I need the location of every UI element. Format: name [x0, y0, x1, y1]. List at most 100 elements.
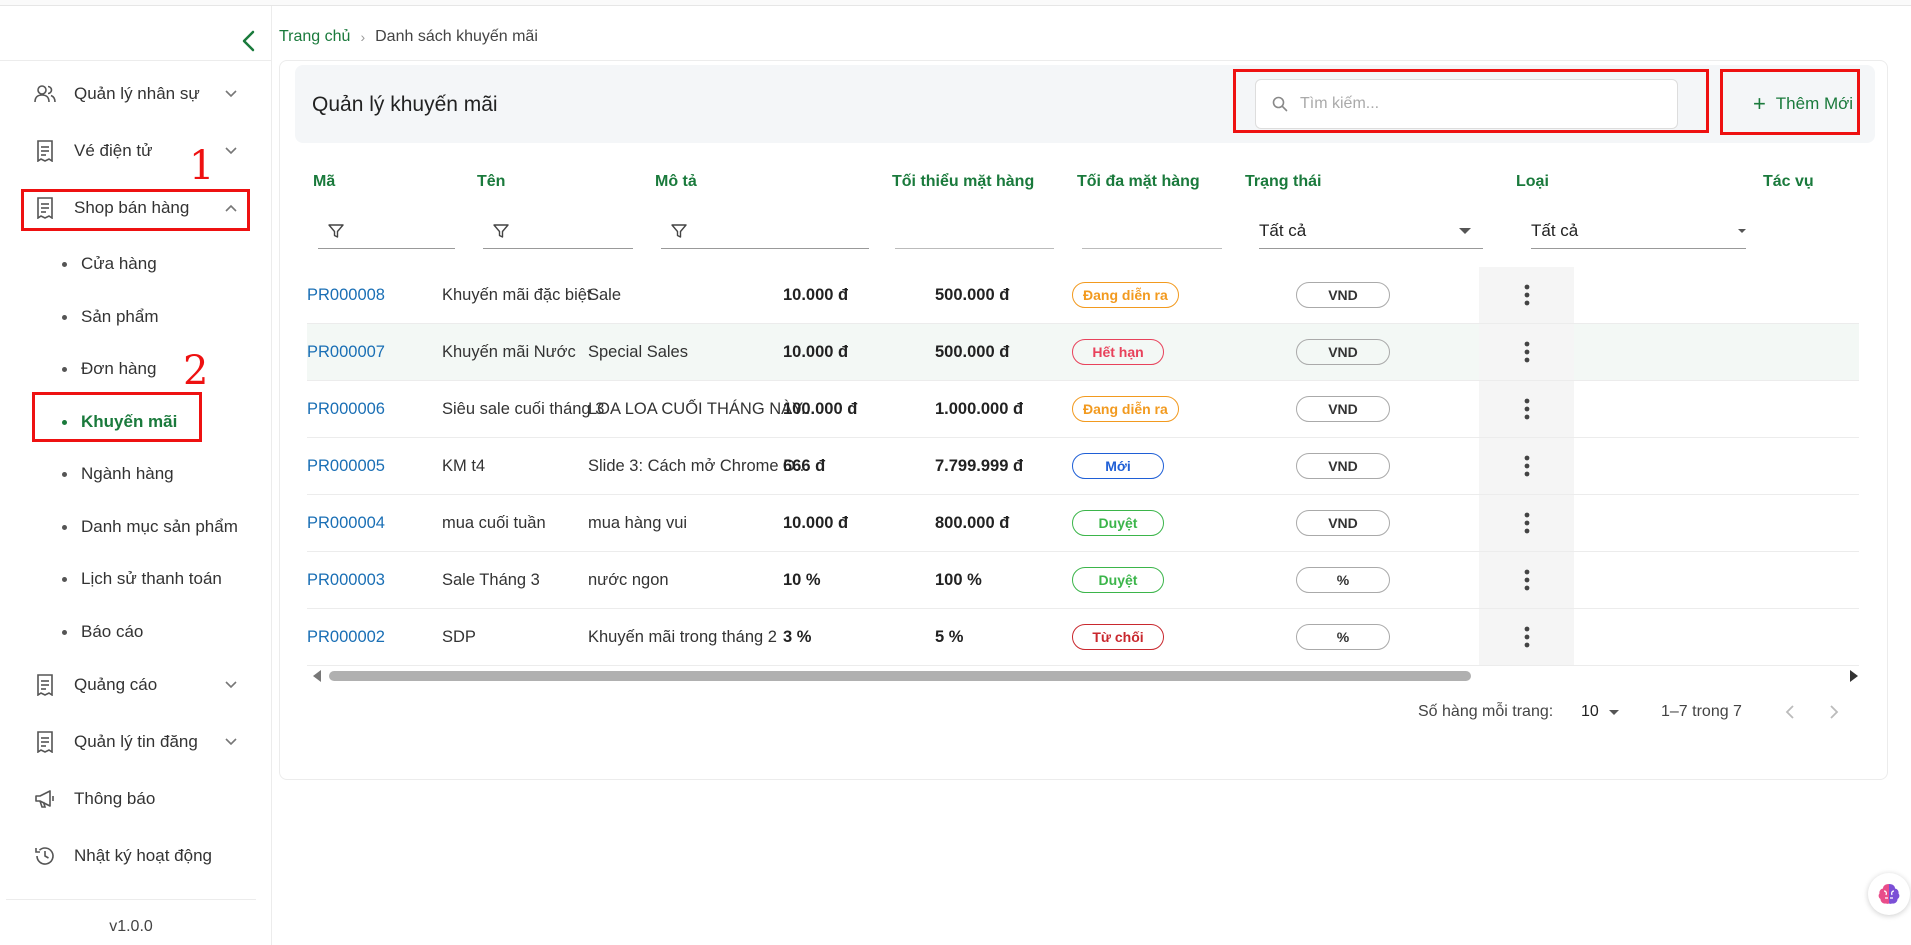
sub-item-product-category[interactable]: Danh mục sản phẩm	[34, 507, 264, 547]
sub-item-report[interactable]: Báo cáo	[34, 612, 264, 652]
scroll-left-arrow-icon[interactable]	[313, 670, 321, 682]
nav-item-shop[interactable]: Shop bán hàng	[22, 186, 248, 230]
cell-max-items: 1.000.000 đ	[935, 399, 1024, 418]
type-badge: VND	[1296, 339, 1390, 365]
column-header-type[interactable]: Loại	[1516, 173, 1549, 191]
row-actions-button[interactable]	[1479, 609, 1574, 665]
filter-max-items[interactable]	[1082, 213, 1222, 249]
type-badge: VND	[1296, 396, 1390, 422]
sub-item-product[interactable]: Sản phẩm	[34, 297, 264, 337]
nav-item-ads[interactable]: Quảng cáo	[22, 663, 248, 707]
cell-type: VND	[1296, 381, 1456, 437]
column-header-min-items[interactable]: Tối thiểu mặt hàng	[892, 173, 1034, 191]
receipt-icon	[32, 672, 58, 698]
status-filter-value: Tất cả	[1259, 220, 1307, 240]
cell-max-items: 100 %	[935, 570, 982, 589]
column-header-description[interactable]: Mô tả	[655, 173, 697, 191]
search-box[interactable]	[1255, 79, 1678, 129]
nav-item-activity-log[interactable]: Nhật ký hoạt động	[22, 834, 248, 878]
filter-description[interactable]	[661, 213, 869, 249]
breadcrumb-home-link[interactable]: Trang chủ	[279, 28, 350, 46]
filter-min-items[interactable]	[895, 213, 1054, 249]
row-actions-button[interactable]	[1479, 438, 1574, 494]
status-badge: Từ chối	[1072, 624, 1164, 650]
sub-item-label: Danh mục sản phẩm	[81, 517, 238, 536]
nav-item-notifications[interactable]: Thông báo	[22, 777, 248, 821]
pagination-range: 1–7 trong 7	[1661, 703, 1742, 720]
cell-code[interactable]: PR000008	[307, 267, 457, 323]
column-header-status[interactable]: Trạng thái	[1245, 173, 1321, 191]
table-row[interactable]: PR000008 Khuyến mãi đặc biệt Sale 10.000 đ5…	[307, 267, 1859, 324]
row-actions-button[interactable]	[1479, 552, 1574, 608]
chevron-left-icon	[242, 30, 255, 52]
cell-min-items: 3 %	[783, 627, 812, 646]
chevron-down-icon	[222, 733, 240, 751]
caret-down-icon	[1608, 709, 1619, 715]
nav-item-hr[interactable]: Quản lý nhân sự	[22, 72, 248, 116]
cell-type: %	[1296, 552, 1456, 608]
annotation-number-2: 2	[183, 348, 209, 394]
column-header-code[interactable]: Mã	[313, 173, 335, 191]
cell-description: Khuyến mãi trong tháng 2	[588, 627, 777, 646]
chevron-down-icon	[222, 676, 240, 694]
table-row[interactable]: PR000003 Sale Tháng 3 nước ngon 10 % 100 % Du…	[307, 552, 1859, 609]
column-header-name[interactable]: Tên	[477, 173, 505, 191]
sub-item-payment-history[interactable]: Lịch sử thanh toán	[34, 559, 264, 599]
table-row[interactable]: PR000007 Khuyến mãi Nước Special Sales 10.0…	[307, 324, 1859, 381]
annotation-number-1: 1	[189, 143, 215, 189]
sub-item-promotion[interactable]: Khuyến mãi	[34, 402, 264, 442]
row-actions-button[interactable]	[1479, 267, 1574, 323]
cell-min-items: 10.000 đ	[783, 513, 849, 532]
table-row[interactable]: PR000002 SDP Khuyến mãi trong tháng 23 % 5 …	[307, 609, 1859, 666]
status-filter-select[interactable]: Tất cả	[1259, 213, 1483, 249]
row-actions-button[interactable]	[1479, 381, 1574, 437]
bullet	[62, 576, 67, 582]
sub-item-label: Sản phẩm	[81, 307, 159, 326]
more-vertical-icon	[1524, 512, 1529, 534]
chevron-down-icon	[222, 85, 240, 103]
bullet	[62, 314, 67, 320]
status-badge: Đang diễn ra	[1072, 282, 1179, 308]
table-row[interactable]: PR000006 Siêu sale cuối tháng 3 LOA LOA CU…	[307, 381, 1859, 438]
type-badge: VND	[1296, 453, 1390, 479]
cell-code[interactable]: PR000002	[307, 609, 457, 665]
scroll-right-arrow-icon[interactable]	[1850, 670, 1858, 682]
column-header-max-items[interactable]: Tối đa mặt hàng	[1077, 173, 1200, 191]
breadcrumb-separator-icon: ›	[360, 29, 366, 45]
add-new-button[interactable]: + Thêm Mới	[1738, 79, 1868, 129]
search-input[interactable]	[1300, 95, 1660, 113]
type-filter-select[interactable]: Tất cả	[1531, 213, 1746, 249]
table-row[interactable]: PR000004 mua cuối tuần mua hàng vui 10.000 …	[307, 495, 1859, 552]
card-header: Quản lý khuyến mãi + Thêm Mới	[295, 65, 1875, 143]
chevron-up-icon	[222, 199, 240, 217]
cell-code[interactable]: PR000006	[307, 381, 457, 437]
history-icon	[32, 843, 58, 869]
sub-item-order[interactable]: Đơn hàng	[34, 349, 264, 389]
type-badge: VND	[1296, 282, 1390, 308]
assistant-button[interactable]	[1868, 873, 1910, 915]
cell-code[interactable]: PR000004	[307, 495, 457, 551]
cell-status: Đang diễn ra	[1072, 267, 1272, 323]
cell-code[interactable]: PR000007	[307, 324, 457, 380]
type-badge: %	[1296, 567, 1390, 593]
row-actions-button[interactable]	[1479, 495, 1574, 551]
next-page-button[interactable]	[1819, 697, 1849, 727]
cell-code[interactable]: PR000005	[307, 438, 457, 494]
filter-code[interactable]	[318, 213, 455, 249]
scrollbar-thumb[interactable]	[329, 671, 1471, 681]
collapse-sidebar-button[interactable]	[233, 24, 263, 58]
rows-per-page-select[interactable]: 10	[1581, 703, 1619, 721]
cell-code[interactable]: PR000003	[307, 552, 457, 608]
sub-item-store[interactable]: Cửa hàng	[34, 244, 264, 284]
cell-status: Duyệt	[1072, 495, 1272, 551]
cell-type: %	[1296, 609, 1456, 665]
horizontal-scrollbar[interactable]	[313, 666, 1858, 684]
filter-name[interactable]	[483, 213, 633, 249]
table-row[interactable]: PR000005 KM t4 Slide 3: Cách mở Chrome D..…	[307, 438, 1859, 495]
sub-item-label: Khuyến mãi	[81, 412, 178, 431]
row-actions-button[interactable]	[1479, 324, 1574, 380]
nav-item-listings[interactable]: Quản lý tin đăng	[22, 720, 248, 764]
previous-page-button[interactable]	[1775, 697, 1805, 727]
sub-item-industry[interactable]: Ngành hàng	[34, 454, 264, 494]
cell-type: VND	[1296, 324, 1456, 380]
